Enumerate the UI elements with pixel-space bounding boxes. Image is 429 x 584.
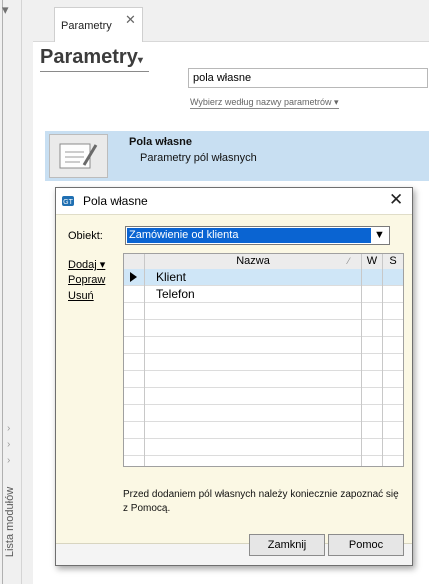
page-title-text: Parametry: [40, 46, 138, 68]
module-strip: ▾ › › › Lista modułów: [0, 0, 33, 584]
table-cell: Telefon: [156, 287, 195, 301]
close-icon[interactable]: ✕: [389, 190, 403, 210]
dropdown-arrow-icon[interactable]: ▾: [138, 55, 143, 66]
column-header-w[interactable]: W: [362, 254, 382, 269]
page-title[interactable]: Parametry▾: [40, 46, 143, 69]
strip-edge: [2, 0, 3, 584]
search-mode-dropdown[interactable]: Wybierz według nazwy parametrów ▾: [190, 97, 339, 109]
grid-line: [361, 254, 362, 466]
help-button[interactable]: Pomoc: [328, 534, 404, 556]
dropdown-arrow-icon[interactable]: ▼: [374, 229, 385, 241]
parameters-icon: [49, 134, 108, 178]
fields-grid[interactable]: Nazwa ⁄ W S Klient Telefon: [123, 253, 404, 467]
column-header-s[interactable]: S: [383, 254, 403, 269]
search-hint-text: Wybierz według nazwy parametrów: [190, 97, 332, 107]
object-select-value: Zamówienie od klienta: [127, 228, 371, 243]
chevron-right-icon[interactable]: ›: [7, 440, 10, 450]
row-pointer-icon: [130, 272, 137, 282]
tab-label: Parametry: [61, 20, 112, 32]
title-underline: [40, 71, 149, 72]
object-label: Obiekt:: [68, 230, 103, 242]
svg-text:GT: GT: [63, 199, 73, 206]
column-header-name[interactable]: Nazwa: [145, 254, 361, 269]
tab-parametry[interactable]: Parametry ✕: [54, 7, 143, 42]
grid-line: [144, 254, 145, 466]
dialog-body: Obiekt: Zamówienie od klienta ▼ Dodaj ▾ …: [56, 214, 412, 544]
strip-divider: [21, 0, 22, 584]
collapse-caret-icon[interactable]: ▾: [2, 3, 9, 16]
grid-line: [382, 254, 383, 466]
result-title: Pola własne: [129, 136, 192, 148]
chevron-right-icon[interactable]: ›: [7, 456, 10, 466]
dialog-title: Pola własne: [83, 194, 148, 208]
result-subtitle: Parametry pól własnych: [140, 152, 257, 164]
add-button[interactable]: Dodaj ▾: [68, 258, 105, 271]
object-select[interactable]: Zamówienie od klienta ▼: [125, 226, 390, 245]
add-label: Dodaj: [68, 259, 97, 271]
result-item-pola-wlasne[interactable]: Pola własne Parametry pól własnych: [45, 131, 429, 181]
tab-bar: Parametry ✕: [33, 0, 429, 42]
app-icon: GT: [61, 194, 75, 208]
delete-button[interactable]: Usuń: [68, 290, 94, 302]
dialog-titlebar[interactable]: GT Pola własne ✕: [56, 188, 412, 214]
module-list-label[interactable]: Lista modułów: [4, 482, 16, 562]
chevron-right-icon[interactable]: ›: [7, 424, 10, 434]
close-button[interactable]: Zamknij: [249, 534, 325, 556]
edit-button[interactable]: Popraw: [68, 274, 105, 286]
custom-fields-dialog: GT Pola własne ✕ Obiekt: Zamówienie od k…: [55, 187, 413, 566]
table-cell: Klient: [156, 270, 187, 284]
tab-close-icon[interactable]: ✕: [125, 12, 136, 28]
column-resize-icon: ⁄: [348, 256, 350, 266]
search-input[interactable]: [188, 68, 428, 88]
help-note: Przed dodaniem pól własnych należy konie…: [123, 489, 399, 514]
